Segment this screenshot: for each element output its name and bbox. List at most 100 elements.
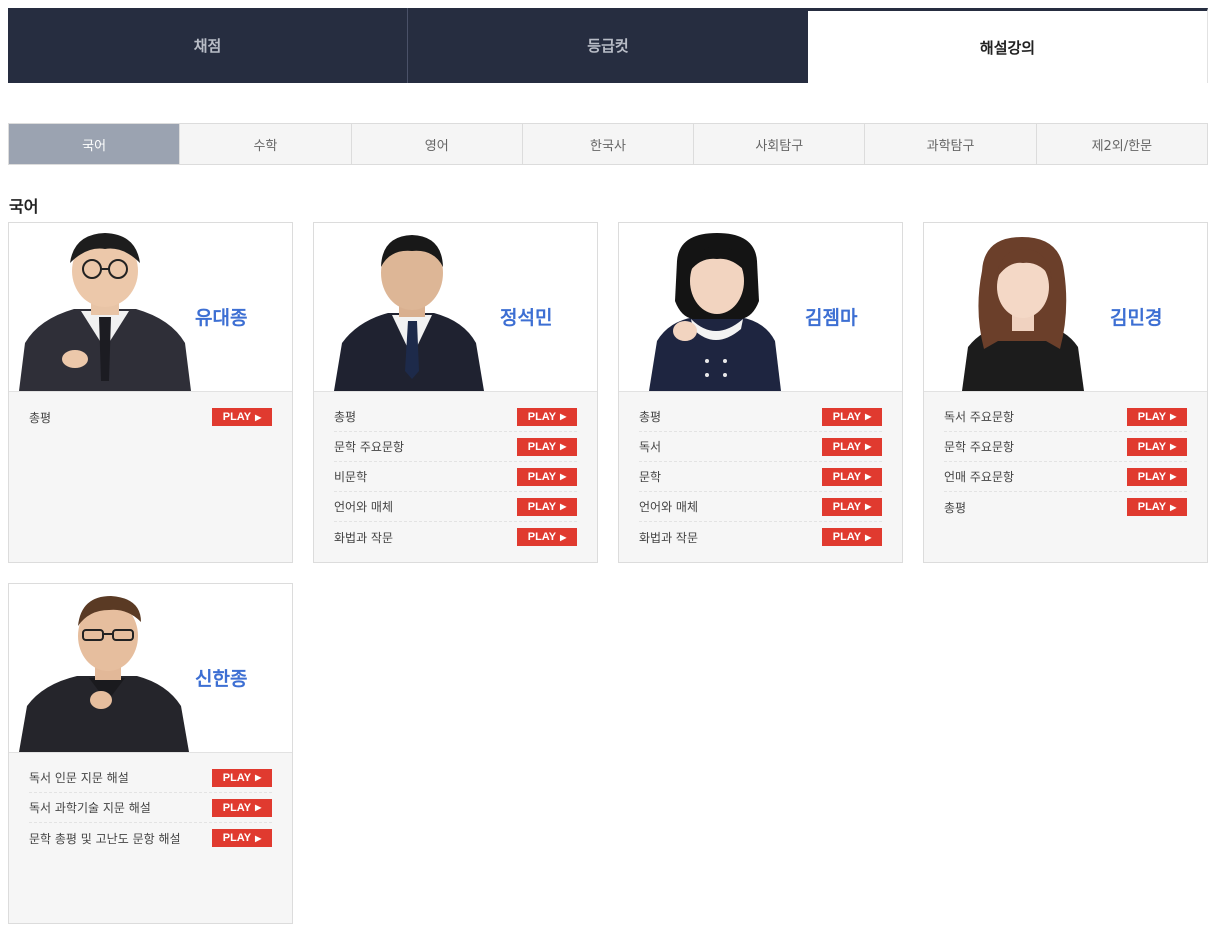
play-arrow-icon: ▶ (865, 412, 872, 421)
play-arrow-icon: ▶ (1170, 472, 1177, 481)
play-label: PLAY (832, 440, 862, 453)
teacher-profile: 김민경 (924, 223, 1207, 392)
play-arrow-icon: ▶ (560, 412, 567, 421)
teacher-profile: 김젬마 (619, 223, 902, 392)
lecture-item: 총평 PLAY ▶ (639, 402, 882, 432)
subject-tab-math[interactable]: 수학 (179, 124, 350, 164)
play-label: PLAY (1137, 501, 1167, 513)
lecture-title: 총평 (334, 410, 357, 424)
play-button[interactable]: PLAY ▶ (212, 798, 272, 817)
play-label: PLAY (222, 771, 252, 784)
play-button[interactable]: PLAY ▶ (212, 829, 272, 847)
play-arrow-icon: ▶ (560, 532, 567, 542)
tab-grade-cut[interactable]: 등급컷 (407, 8, 808, 83)
play-arrow-icon: ▶ (865, 442, 872, 451)
lecture-title: 문학 (639, 470, 662, 484)
lecture-title: 화법과 작문 (639, 530, 699, 545)
play-label: PLAY (832, 500, 862, 513)
lecture-item: 비문학 PLAY ▶ (334, 462, 577, 492)
subject-tab-korean[interactable]: 국어 (9, 124, 180, 164)
play-label: PLAY (222, 801, 252, 814)
play-button[interactable]: PLAY ▶ (212, 408, 272, 426)
subject-tab-science[interactable]: 과학탐구 (864, 124, 1035, 164)
lecture-item: 언매 주요문항 PLAY ▶ (944, 462, 1187, 492)
play-button[interactable]: PLAY ▶ (1127, 407, 1187, 426)
play-arrow-icon: ▶ (255, 773, 262, 782)
play-label: PLAY (527, 500, 557, 513)
play-arrow-icon: ▶ (255, 803, 262, 812)
play-label: PLAY (527, 470, 557, 483)
play-button[interactable]: PLAY ▶ (822, 407, 882, 426)
lecture-item: 문학 주요문항 PLAY ▶ (944, 432, 1187, 462)
teacher-name: 김젬마 (805, 307, 858, 329)
play-arrow-icon: ▶ (255, 833, 262, 843)
lecture-title: 총평 (944, 500, 967, 515)
play-button[interactable]: PLAY ▶ (517, 467, 577, 486)
lecture-item: 독서 인문 지문 해설 PLAY ▶ (29, 763, 272, 793)
play-arrow-icon: ▶ (255, 412, 262, 422)
play-arrow-icon: ▶ (865, 472, 872, 481)
teacher-photo (334, 235, 484, 391)
play-arrow-icon: ▶ (865, 532, 872, 542)
teacher-photo (962, 237, 1084, 391)
subject-tab-korean-history[interactable]: 한국사 (521, 124, 693, 164)
play-button[interactable]: PLAY ▶ (517, 528, 577, 546)
subject-tab-second-language[interactable]: 제2외/한문 (1035, 124, 1207, 164)
play-button[interactable]: PLAY ▶ (517, 497, 577, 516)
lecture-item: 독서 과학기술 지문 해설 PLAY ▶ (29, 793, 272, 823)
lecture-title: 독서 인문 지문 해설 (29, 771, 129, 785)
play-button[interactable]: PLAY ▶ (1127, 498, 1187, 516)
play-button[interactable]: PLAY ▶ (822, 528, 882, 546)
lecture-item: 총평 PLAY ▶ (29, 402, 272, 432)
teacher-photo (19, 233, 191, 391)
lecture-title: 문학 주요문항 (334, 440, 405, 454)
teacher-card-jeong-seokmin: 정석민 총평 PLAY ▶ 문학 주요문항 PLAY ▶ 비문학 PLAY ▶ 언어와… (313, 222, 598, 563)
play-arrow-icon: ▶ (1170, 502, 1177, 512)
play-button[interactable]: PLAY ▶ (1127, 467, 1187, 486)
play-button[interactable]: PLAY ▶ (822, 497, 882, 516)
lecture-item: 독서 PLAY ▶ (639, 432, 882, 462)
teacher-photo (649, 233, 781, 391)
lecture-title: 총평 (639, 410, 662, 424)
lecture-title: 독서 주요문항 (944, 410, 1015, 424)
lecture-list: 총평 PLAY ▶ 문학 주요문항 PLAY ▶ 비문학 PLAY ▶ 언어와 매체 … (314, 392, 597, 552)
teacher-name: 유대종 (195, 307, 248, 329)
subject-tab-social-studies[interactable]: 사회탐구 (693, 124, 864, 164)
tab-grading[interactable]: 채점 (8, 8, 407, 83)
lecture-title: 독서 과학기술 지문 해설 (29, 801, 151, 815)
play-arrow-icon: ▶ (560, 502, 567, 511)
lecture-item: 문학 PLAY ▶ (639, 462, 882, 492)
lecture-title: 문학 총평 및 고난도 문항 해설 (29, 831, 181, 846)
play-button[interactable]: PLAY ▶ (212, 768, 272, 787)
play-button[interactable]: PLAY ▶ (517, 407, 577, 426)
teacher-name: 정석민 (500, 307, 553, 329)
subject-tab-english[interactable]: 영어 (350, 124, 522, 164)
lecture-list: 총평 PLAY ▶ (9, 392, 292, 432)
tab-explanation-lectures[interactable]: 해설강의 (808, 8, 1208, 83)
teacher-card-kim-mingyeong: 김민경 독서 주요문항 PLAY ▶ 문학 주요문항 PLAY ▶ 언매 주요문항 … (923, 222, 1208, 563)
top-tab-bar: 채점 등급컷 해설강의 (8, 8, 1208, 83)
play-button[interactable]: PLAY ▶ (517, 437, 577, 456)
lecture-list: 독서 주요문항 PLAY ▶ 문학 주요문항 PLAY ▶ 언매 주요문항 PLAY… (924, 392, 1207, 522)
play-arrow-icon: ▶ (560, 472, 567, 481)
teacher-card-yu-daejong: 유대종 총평 PLAY ▶ (8, 222, 293, 563)
subject-tab-bar: 국어 수학 영어 한국사 사회탐구 과학탐구 제2외/한문 (8, 123, 1208, 165)
play-button[interactable]: PLAY ▶ (822, 437, 882, 456)
lecture-title: 총평 (29, 410, 52, 425)
lecture-title: 문학 주요문항 (944, 440, 1015, 454)
play-label: PLAY (832, 531, 862, 543)
play-button[interactable]: PLAY ▶ (1127, 437, 1187, 456)
lecture-title: 화법과 작문 (334, 530, 394, 545)
lecture-item: 언어와 매체 PLAY ▶ (334, 492, 577, 522)
play-button[interactable]: PLAY ▶ (822, 467, 882, 486)
lecture-item: 문학 총평 및 고난도 문항 해설 PLAY ▶ (29, 823, 272, 853)
lecture-title: 언매 주요문항 (944, 470, 1015, 484)
lecture-item: 총평 PLAY ▶ (334, 402, 577, 432)
play-arrow-icon: ▶ (560, 442, 567, 451)
play-arrow-icon: ▶ (1170, 442, 1177, 451)
lecture-title: 비문학 (334, 470, 368, 484)
lecture-title: 언어와 매체 (639, 500, 699, 514)
play-arrow-icon: ▶ (865, 502, 872, 511)
lecture-item: 독서 주요문항 PLAY ▶ (944, 402, 1187, 432)
teacher-name: 신한종 (195, 668, 248, 690)
